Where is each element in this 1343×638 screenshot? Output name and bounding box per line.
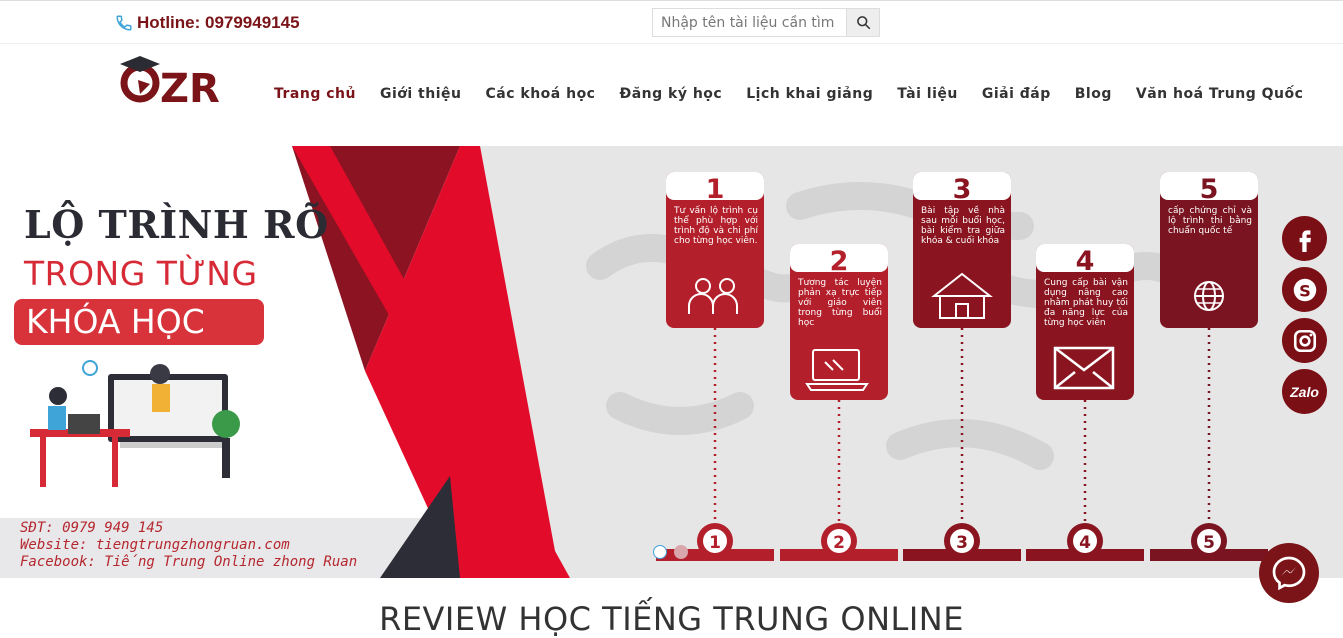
- site-logo[interactable]: ZR: [118, 50, 228, 112]
- step-description: Tư vấn lộ trình cụ thể phù hợp với trình…: [674, 206, 758, 246]
- step-number: 3: [953, 174, 972, 205]
- step-marker-number: 4: [1079, 533, 1091, 553]
- steps-svg: 1 1 2 2 3 3 4 4 5 5: [656, 172, 1268, 561]
- skype-button[interactable]: S: [1282, 267, 1327, 312]
- nav-item-documents[interactable]: Tài liệu: [897, 86, 958, 102]
- step-marker-number: 5: [1203, 533, 1215, 553]
- messenger-button[interactable]: [1259, 543, 1319, 603]
- main-header: ZR Trang chủ Giới thiệu Các khoá học Đăn…: [0, 44, 1343, 146]
- search-input[interactable]: [653, 9, 846, 36]
- social-icons: S Zalo: [1282, 216, 1327, 414]
- nav-item-courses[interactable]: Các khoá học: [485, 86, 595, 102]
- skype-icon: S: [1293, 278, 1316, 301]
- step-number: 2: [830, 246, 849, 277]
- slider-dot[interactable]: [674, 545, 688, 559]
- messenger-icon: [1272, 556, 1306, 591]
- step-number: 5: [1200, 174, 1219, 205]
- step-marker-number: 2: [833, 533, 845, 553]
- hero-banner[interactable]: LỘ TRÌNH RÕ TRONG TỪNG KHÓA HỌC SĐT: 097…: [0, 146, 1343, 578]
- zalo-label: Zalo: [1290, 383, 1319, 400]
- main-nav: Trang chủ Giới thiệu Các khoá học Đăng k…: [274, 86, 1327, 102]
- hotline[interactable]: Hotline: 0979949145: [115, 13, 300, 33]
- nav-item-about[interactable]: Giới thiệu: [380, 86, 462, 102]
- slider-dot[interactable]: [653, 545, 667, 559]
- zalo-button[interactable]: Zalo: [1282, 369, 1327, 414]
- slider-dots: [653, 545, 688, 559]
- search-box: [652, 8, 880, 37]
- logo-text: ZR: [160, 66, 220, 106]
- review-heading: REVIEW HỌC TIẾNG TRUNG ONLINE: [379, 600, 964, 638]
- nav-item-blog[interactable]: Blog: [1075, 86, 1112, 102]
- instagram-icon: [1293, 329, 1316, 352]
- nav-item-schedule[interactable]: Lịch khai giảng: [746, 86, 873, 102]
- step-description: Tương tác luyện phản xạ trực tiếp với gi…: [798, 278, 882, 328]
- step-number: 4: [1076, 246, 1095, 277]
- nav-item-culture[interactable]: Văn hoá Trung Quốc: [1136, 86, 1304, 102]
- hotline-text: Hotline: 0979949145: [137, 13, 300, 32]
- step-marker-number: 1: [709, 533, 721, 553]
- step-marker-number: 3: [956, 533, 968, 553]
- nav-item-home[interactable]: Trang chủ: [274, 86, 356, 102]
- nav-item-faq[interactable]: Giải đáp: [982, 86, 1051, 102]
- instagram-button[interactable]: [1282, 318, 1327, 363]
- top-bar: Hotline: 0979949145: [0, 0, 1343, 44]
- search-icon: [856, 16, 870, 30]
- step-description: Bài tập về nhà sau mỗi buổi học, bài kiể…: [921, 206, 1005, 246]
- search-button[interactable]: [846, 9, 879, 36]
- step-description: Cung cấp bài vận dụng nâng cao nhằm phát…: [1044, 278, 1128, 328]
- facebook-button[interactable]: [1282, 216, 1327, 261]
- svg-text:S: S: [1299, 281, 1311, 300]
- step-description: cấp chứng chỉ và lộ trình thi bằng chuẩn…: [1168, 206, 1252, 236]
- phone-icon: [116, 15, 132, 31]
- step-number: 1: [706, 174, 725, 205]
- nav-item-register[interactable]: Đăng ký học: [619, 86, 722, 102]
- facebook-icon: [1299, 229, 1311, 252]
